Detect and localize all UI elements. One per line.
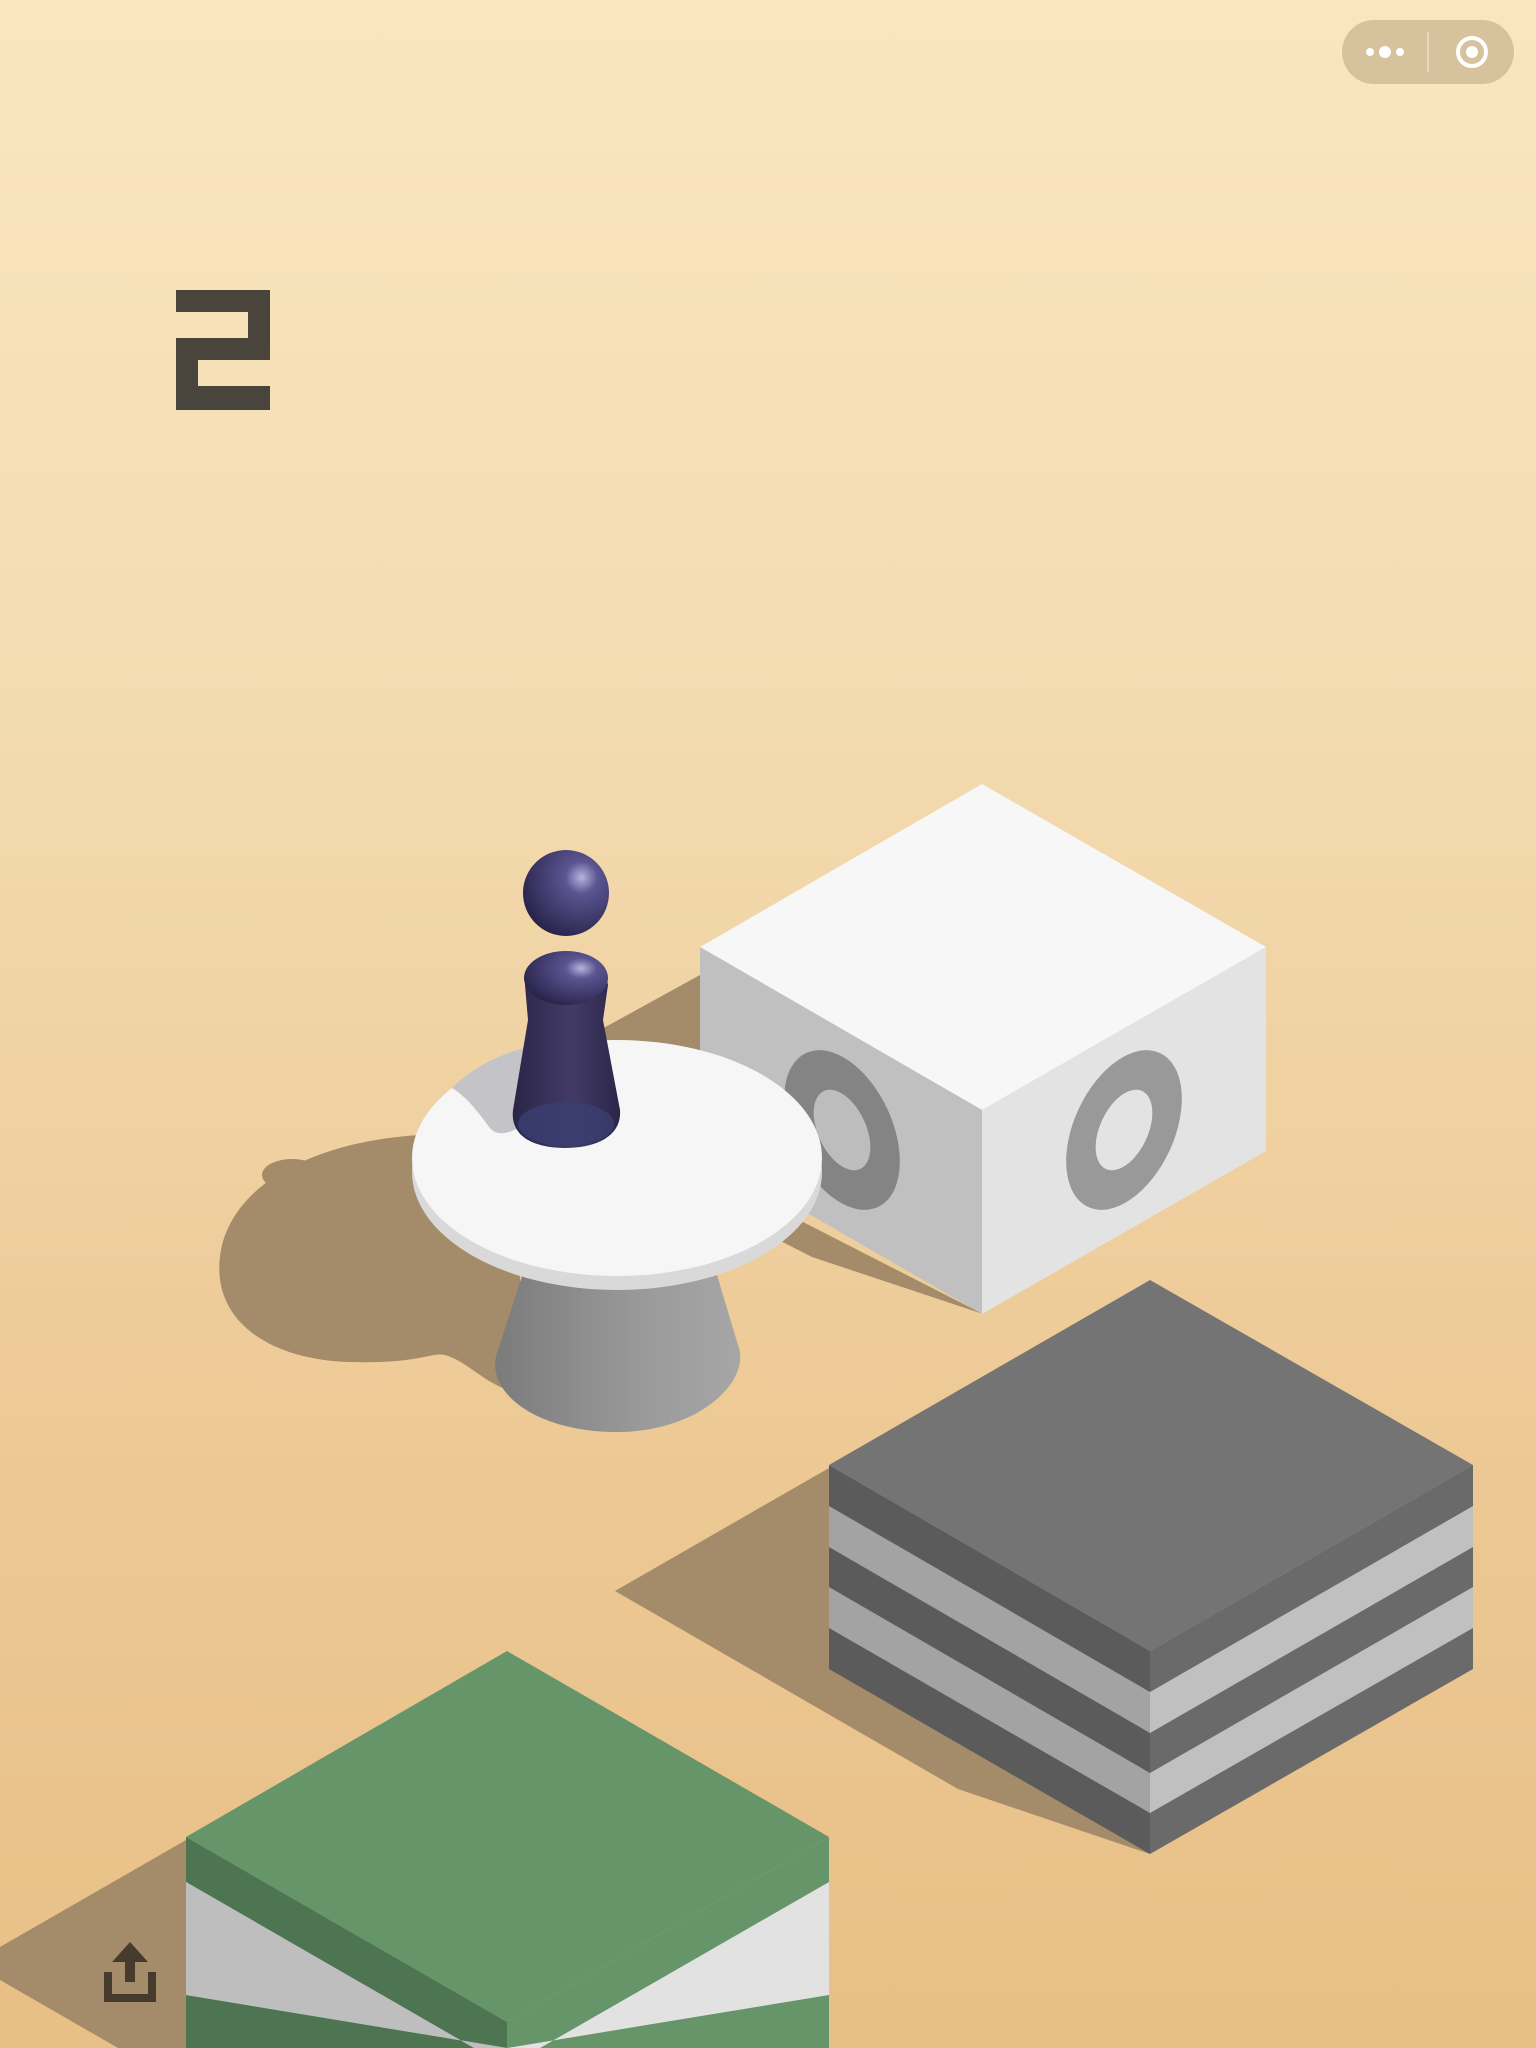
target-circle-icon [1455, 36, 1488, 68]
more-options-button[interactable] [1342, 20, 1427, 84]
player-head [523, 850, 609, 936]
share-button[interactable] [98, 1938, 162, 2006]
close-miniprogram-button[interactable] [1429, 20, 1514, 84]
player-piece [512, 850, 621, 1148]
capsule-menu [1342, 20, 1514, 84]
player-base-light [518, 1102, 614, 1146]
green-block [186, 1651, 829, 2048]
more-dots-icon [1365, 46, 1404, 58]
small-shadow [262, 1159, 322, 1191]
game-stage[interactable]: 2 [0, 0, 1536, 2048]
share-upload-icon [104, 1942, 156, 2002]
player-shoulder [524, 951, 608, 1005]
score-digit-glyph [176, 290, 270, 410]
score-display: 2 [172, 286, 272, 416]
